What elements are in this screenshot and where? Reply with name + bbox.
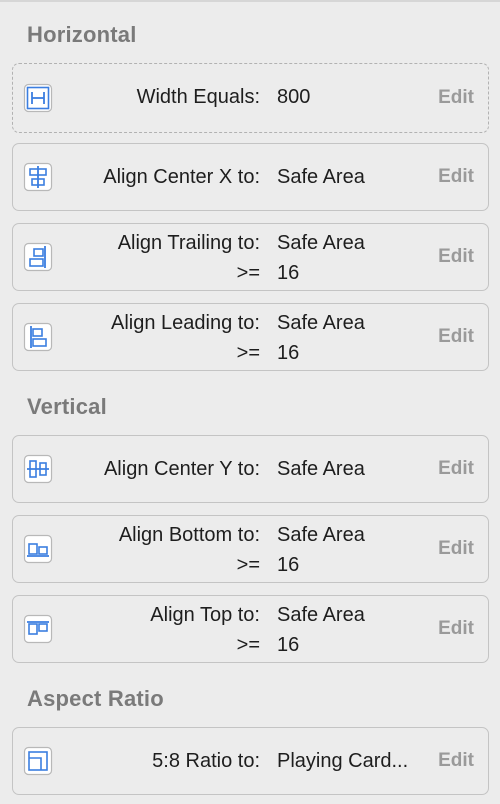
align-leading-icon (23, 322, 53, 352)
constraint-label: 5:8 Ratio to: (152, 750, 260, 772)
edit-button[interactable]: Edit (438, 618, 474, 640)
constraint-value: Safe Area (277, 604, 365, 626)
constraint-constant: 16 (277, 634, 300, 656)
constraint-row-leading[interactable]: Align Leading to: Safe Area >= 16 Edit (12, 303, 489, 371)
align-center-y-icon (23, 454, 53, 484)
constraint-label: Align Leading to: (110, 312, 260, 334)
constraint-value: 800 (277, 86, 311, 108)
constraint-row-bottom[interactable]: Align Bottom to: Safe Area >= 16 Edit (12, 515, 489, 583)
constraint-label: Align Top to: (150, 604, 260, 626)
constraint-relation: >= (236, 634, 260, 656)
constraint-label: Align Bottom to: (118, 524, 260, 546)
constraint-value: Playing Card... (277, 750, 409, 772)
constraint-row-center-y[interactable]: Align Center Y to: Safe Area Edit (12, 435, 489, 503)
constraint-constant: 16 (277, 342, 300, 364)
section-title-horizontal: Horizontal (27, 22, 137, 47)
constraint-value: Safe Area (277, 312, 365, 334)
constraint-row-aspect-ratio[interactable]: 5:8 Ratio to: Playing Card... Edit (12, 727, 489, 795)
constraint-value: Safe Area (277, 166, 365, 188)
width-icon (23, 83, 53, 113)
constraint-relation: >= (236, 262, 260, 284)
section-title-aspect-ratio: Aspect Ratio (27, 686, 164, 711)
constraint-label: Align Center X to: (103, 166, 260, 188)
constraint-relation: >= (236, 342, 260, 364)
constraint-label: Align Center Y to: (103, 458, 260, 480)
align-top-icon (23, 614, 53, 644)
edit-button[interactable]: Edit (438, 750, 474, 772)
constraint-relation: >= (236, 554, 260, 576)
edit-button[interactable]: Edit (438, 166, 474, 188)
align-bottom-icon (23, 534, 53, 564)
align-center-x-icon (23, 162, 53, 192)
constraint-value: Safe Area (277, 524, 365, 546)
constraint-constant: 16 (277, 554, 300, 576)
align-trailing-icon (23, 242, 53, 272)
constraint-row-top[interactable]: Align Top to: Safe Area >= 16 Edit (12, 595, 489, 663)
section-title-vertical: Vertical (27, 394, 107, 419)
constraint-row-width[interactable]: Width Equals: 800 Edit (12, 63, 489, 133)
edit-button[interactable]: Edit (438, 458, 474, 480)
constraint-row-trailing[interactable]: Align Trailing to: Safe Area >= 16 Edit (12, 223, 489, 291)
top-divider (0, 0, 500, 2)
constraint-label: Width Equals: (136, 86, 260, 108)
edit-button[interactable]: Edit (438, 538, 474, 560)
constraint-label: Align Trailing to: (117, 232, 260, 254)
edit-button[interactable]: Edit (438, 246, 474, 268)
edit-button[interactable]: Edit (438, 87, 474, 109)
constraint-value: Safe Area (277, 458, 365, 480)
aspect-ratio-icon (23, 746, 53, 776)
constraint-value: Safe Area (277, 232, 365, 254)
edit-button[interactable]: Edit (438, 326, 474, 348)
constraint-constant: 16 (277, 262, 300, 284)
constraint-row-center-x[interactable]: Align Center X to: Safe Area Edit (12, 143, 489, 211)
